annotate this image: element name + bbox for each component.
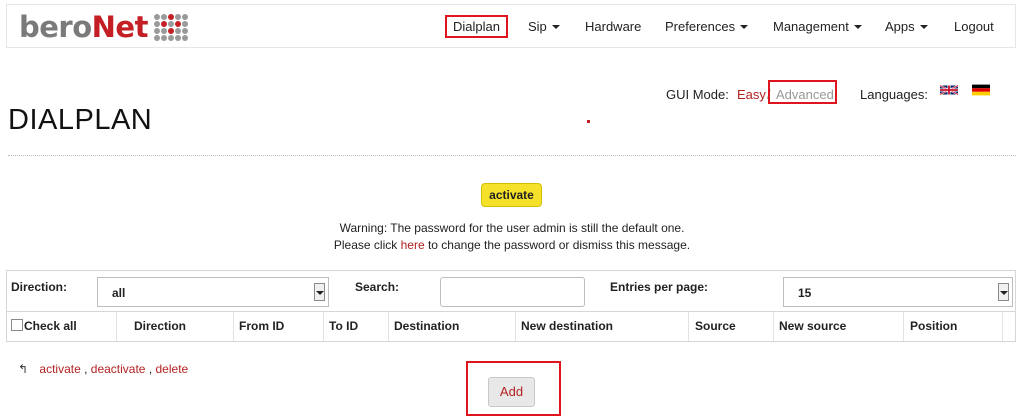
nav-preferences[interactable]: Preferences [665, 19, 749, 34]
column-divider [116, 312, 117, 341]
beronet-logo[interactable]: beroNet [19, 9, 188, 45]
filter-bar: Direction: all Search: Entries per page:… [6, 270, 1016, 312]
column-divider [233, 312, 234, 341]
nav-preferences-label: Preferences [665, 19, 736, 34]
add-button[interactable]: Add [488, 377, 535, 407]
languages-label: Languages: [860, 87, 928, 102]
entries-per-page-value: 15 [798, 286, 812, 300]
gui-mode-advanced-link[interactable]: Advanced [776, 87, 834, 102]
nav-sip-label: Sip [528, 19, 547, 34]
chevron-down-icon [919, 25, 928, 29]
nav-logout[interactable]: Logout [954, 19, 994, 34]
col-source[interactable]: Source [695, 319, 736, 333]
actions-separator: , [145, 362, 156, 376]
direction-label: Direction: [11, 280, 68, 294]
check-all-checkbox[interactable] [11, 319, 23, 331]
actions-separator: , [80, 362, 91, 376]
column-divider [688, 312, 689, 341]
col-check-all: Check all [24, 319, 77, 333]
warning-line-1: Warning: The password for the user admin… [339, 221, 685, 235]
dropdown-arrow-icon [314, 283, 325, 301]
uk-flag-icon[interactable] [940, 84, 958, 96]
entries-per-page-label: Entries per page: [610, 280, 709, 294]
title-divider [8, 155, 1016, 156]
activate-button[interactable]: activate [481, 183, 542, 207]
warning-text-pre: Please click [333, 238, 401, 252]
entries-per-page-select[interactable]: 15 [783, 277, 1013, 307]
nav-hardware[interactable]: Hardware [585, 19, 641, 34]
logo-dots-icon [153, 13, 188, 41]
corner-arrow-icon: ↰ [18, 362, 29, 376]
column-divider [903, 312, 904, 341]
german-flag-icon[interactable] [972, 84, 990, 96]
table-header-row: Check all Direction From ID To ID Destin… [6, 312, 1016, 342]
logo-text-bero: bero [19, 10, 92, 44]
column-divider [388, 312, 389, 341]
chevron-down-icon [740, 25, 749, 29]
col-direction[interactable]: Direction [134, 319, 186, 333]
column-divider [773, 312, 774, 341]
col-new-destination[interactable]: New destination [521, 319, 613, 333]
chevron-down-icon [551, 25, 560, 29]
nav-apps[interactable]: Apps [885, 19, 928, 34]
warning-text-post: to change the password or dismiss this m… [424, 238, 691, 252]
nav-apps-label: Apps [885, 19, 915, 34]
direction-select[interactable]: all [97, 277, 329, 307]
top-navbar: beroNet Dialplan Sip Hardware Preference… [6, 4, 1016, 48]
bulk-activate-link[interactable]: activate [39, 362, 80, 376]
page-title: DIALPLAN [8, 104, 153, 136]
bulk-actions: ↰ activate , deactivate , delete [18, 362, 188, 376]
search-label: Search: [355, 280, 400, 294]
warning-line-2: Please click here to change the password… [0, 238, 1024, 252]
column-divider [323, 312, 324, 341]
search-input[interactable] [440, 277, 585, 307]
dropdown-arrow-icon [998, 283, 1009, 301]
column-divider [515, 312, 516, 341]
change-password-link[interactable]: here [401, 238, 425, 252]
nav-management-label: Management [773, 19, 849, 34]
col-new-source[interactable]: New source [779, 319, 846, 333]
check-all[interactable]: Check all [11, 319, 77, 333]
nav-sip[interactable]: Sip [528, 19, 560, 34]
gui-mode-label: GUI Mode: [666, 87, 729, 102]
nav-dialplan[interactable]: Dialplan [445, 15, 508, 38]
col-destination[interactable]: Destination [394, 319, 459, 333]
bulk-delete-link[interactable]: delete [156, 362, 189, 376]
column-divider [1002, 312, 1003, 341]
bulk-deactivate-link[interactable]: deactivate [91, 362, 146, 376]
decorative-dot [587, 120, 590, 123]
col-to-id[interactable]: To ID [329, 319, 358, 333]
chevron-down-icon [853, 25, 862, 29]
direction-select-value: all [112, 286, 126, 300]
nav-management[interactable]: Management [773, 19, 862, 34]
col-position[interactable]: Position [910, 319, 957, 333]
logo-text-net: Net [91, 10, 149, 44]
gui-mode-easy-link[interactable]: Easy [737, 87, 766, 102]
col-from-id[interactable]: From ID [239, 319, 284, 333]
